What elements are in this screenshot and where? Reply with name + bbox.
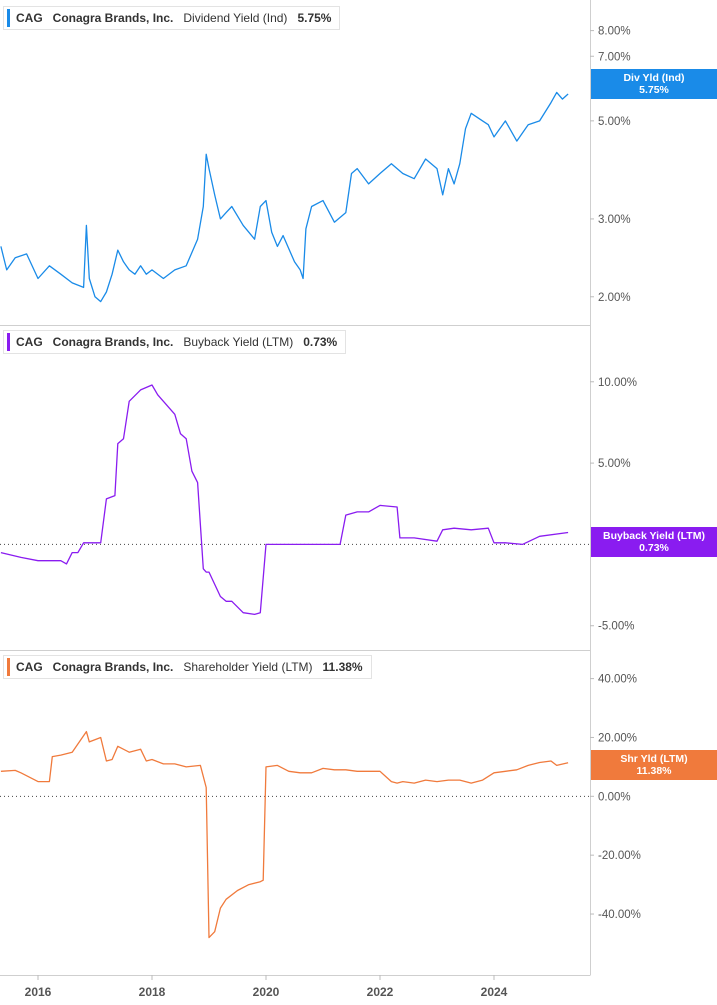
y-tick-label: 8.00% — [598, 26, 631, 38]
legend-company: Conagra Brands, Inc. — [52, 660, 174, 674]
badge-label: Shr Yld (LTM) — [620, 753, 688, 765]
y-tick-label: 40.00% — [598, 674, 637, 686]
badge-label: Div Yld (Ind) — [623, 72, 685, 84]
y-tick-label: 5.00% — [598, 116, 631, 128]
x-tick-label: 2024 — [481, 985, 508, 999]
badge-label: Buyback Yield (LTM) — [603, 530, 705, 542]
y-tick-label: 3.00% — [598, 214, 631, 226]
legend-ticker: CAG — [16, 335, 43, 349]
legend-company: Conagra Brands, Inc. — [52, 335, 174, 349]
y-tick-label: 20.00% — [598, 732, 637, 744]
y-tick-label: 7.00% — [598, 51, 631, 63]
legend-value: 11.38% — [322, 660, 363, 674]
y-tick-label: -20.00% — [598, 850, 641, 862]
y-tick-label: 0.00% — [598, 791, 631, 803]
legend-ticker: CAG — [16, 11, 43, 25]
legend-swatch-buyback — [7, 333, 10, 351]
y-tick-label: -40.00% — [598, 909, 641, 921]
y-tick-label: 5.00% — [598, 458, 631, 470]
series-line-1 — [0, 384, 569, 616]
y-tick-label: 2.00% — [598, 292, 631, 304]
series-line-2 — [0, 730, 569, 939]
chart-canvas: 8.00% 7.00% 5.00% 3.00% 2.00% 10.00% 5.00% -5.0… — [0, 0, 641, 999]
legend-shareholder-yield: CAG Conagra Brands, Inc. Shareholder Yie… — [3, 655, 372, 679]
x-tick-label: 2016 — [25, 985, 52, 999]
legend-ticker: CAG — [16, 660, 43, 674]
legend-swatch-dividend — [7, 9, 10, 27]
badge-value: 0.73% — [639, 542, 669, 554]
x-tick-label: 2018 — [139, 985, 166, 999]
value-badge-shareholder: Shr Yld (LTM) 11.38% — [591, 750, 717, 780]
legend-metric: Buyback Yield (LTM) — [183, 335, 294, 349]
x-tick-label: 2022 — [367, 985, 394, 999]
series-line-0 — [0, 91, 569, 303]
value-badge-buyback: Buyback Yield (LTM) 0.73% — [591, 527, 717, 557]
y-tick-label: 10.00% — [598, 377, 637, 389]
legend-dividend-yield: CAG Conagra Brands, Inc. Dividend Yield … — [3, 6, 341, 30]
legend-metric: Shareholder Yield (LTM) — [183, 660, 313, 674]
badge-value: 11.38% — [636, 765, 672, 777]
y-tick-label: -5.00% — [598, 621, 634, 633]
value-badge-dividend: Div Yld (Ind) 5.75% — [591, 69, 717, 99]
legend-value: 5.75% — [297, 11, 332, 25]
legend-company: Conagra Brands, Inc. — [52, 11, 174, 25]
badge-value: 5.75% — [639, 84, 669, 96]
legend-metric: Dividend Yield (Ind) — [183, 11, 288, 25]
legend-buyback-yield: CAG Conagra Brands, Inc. Buyback Yield (… — [3, 330, 347, 354]
x-tick-label: 2020 — [253, 985, 280, 999]
legend-swatch-shareholder — [7, 658, 10, 676]
legend-value: 0.73% — [303, 335, 338, 349]
